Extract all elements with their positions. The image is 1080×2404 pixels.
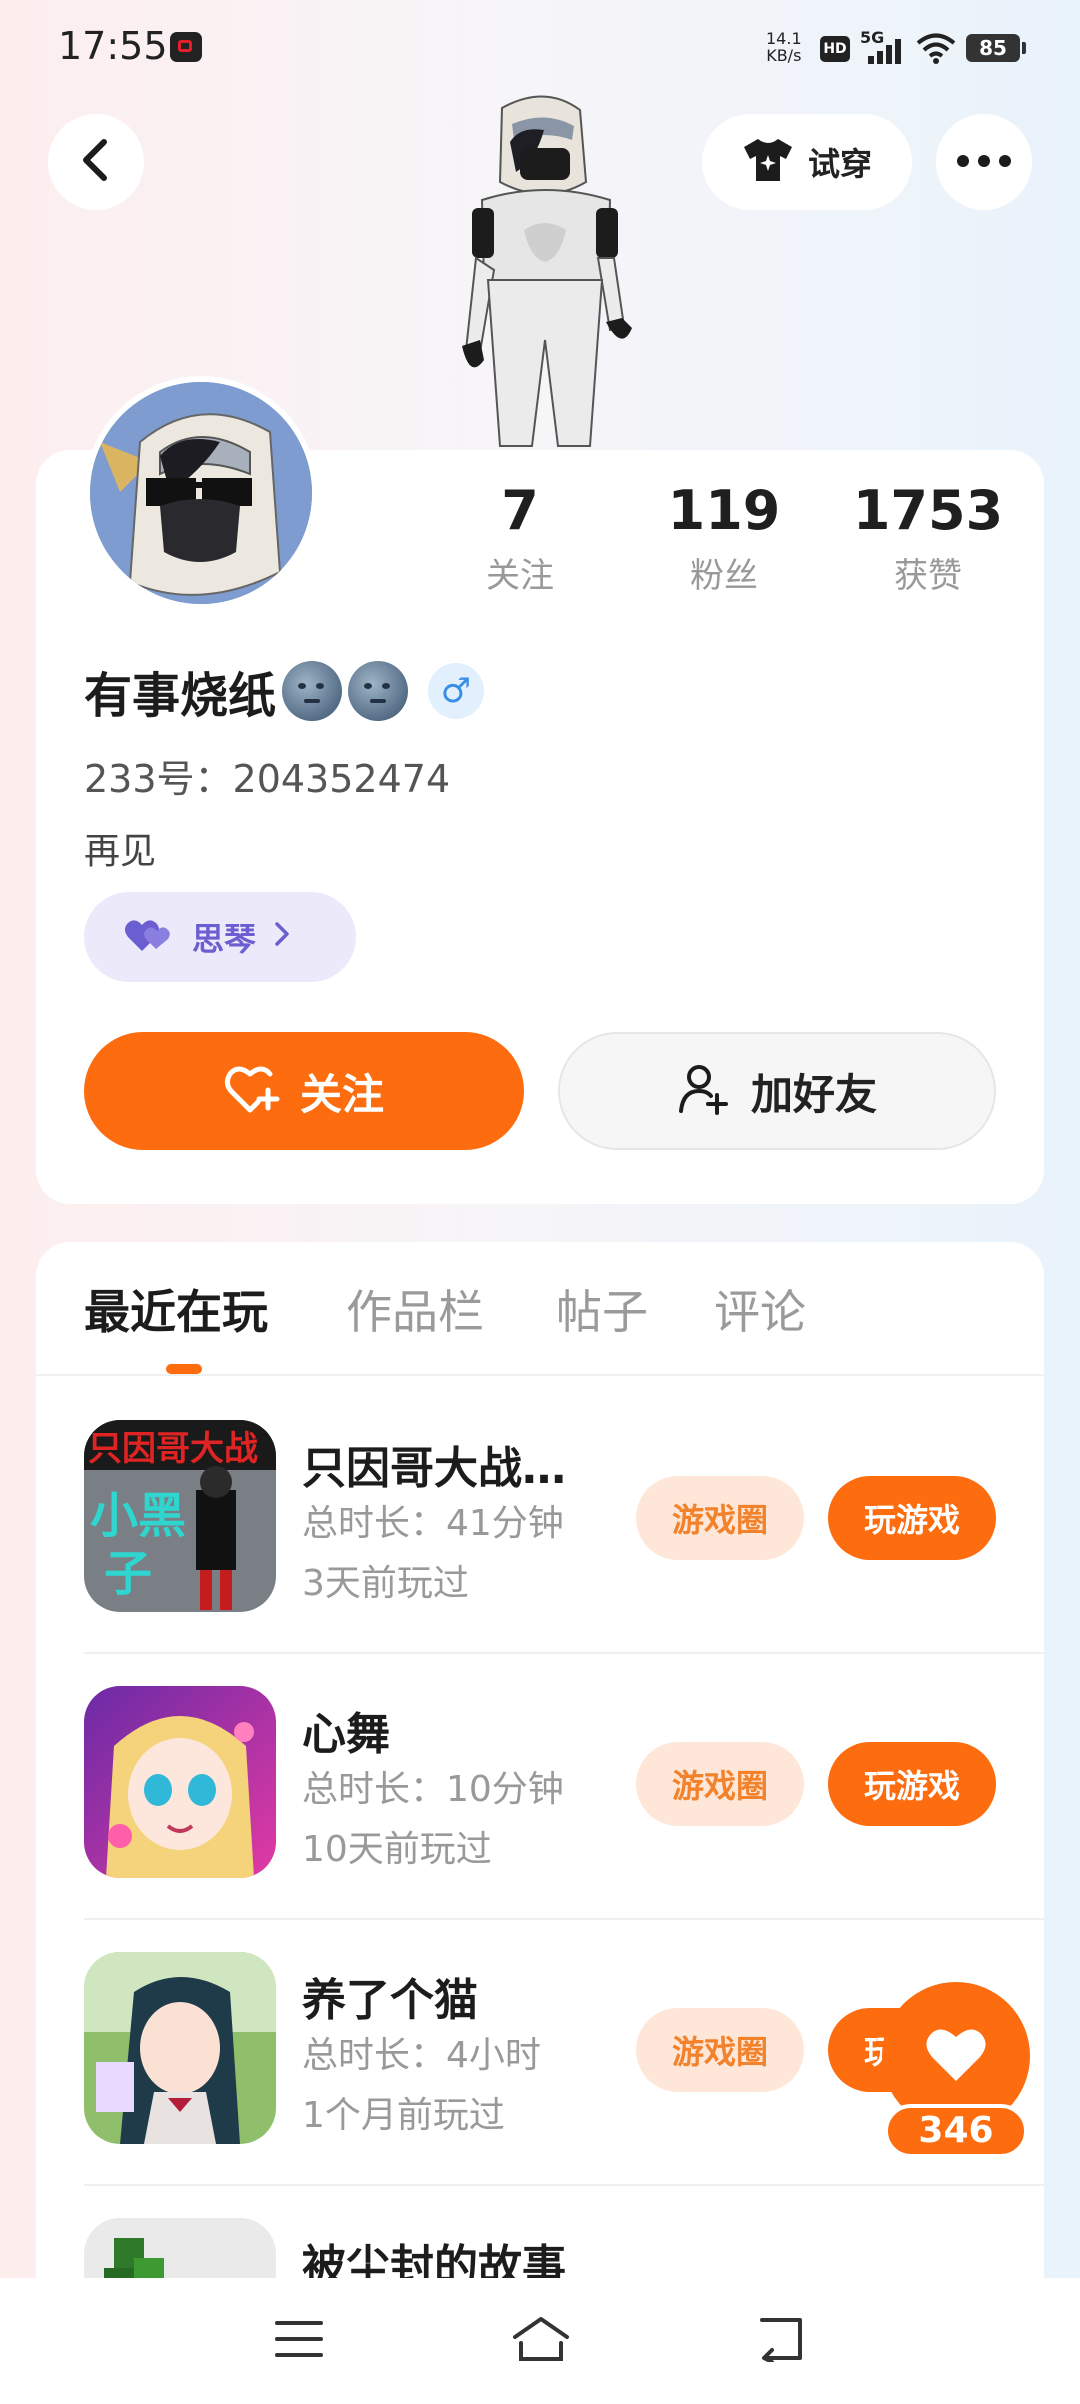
- wifi-icon: [916, 32, 956, 64]
- nav-menu-button[interactable]: [264, 2306, 334, 2376]
- game-playtime: 总时长：10分钟: [302, 1769, 564, 1810]
- status-bar: 17:55 14.1 KB/s HD 5G 85: [0, 0, 1080, 100]
- more-dots-icon: [956, 153, 1012, 172]
- svg-text:子: 子: [104, 1546, 152, 1602]
- add-friend-button[interactable]: 加好友: [558, 1032, 996, 1150]
- screen-record-icon: [170, 32, 202, 62]
- chevron-right-icon: [274, 920, 290, 955]
- play-game-button[interactable]: 玩游戏: [828, 1742, 996, 1826]
- battery-indicator: 85: [966, 34, 1026, 62]
- menu-icon: [275, 2319, 323, 2363]
- heart-plus-icon: [224, 1064, 280, 1118]
- game-circle-button[interactable]: 游戏圈: [636, 1476, 804, 1560]
- svg-text:小黑: 小黑: [90, 1488, 186, 1544]
- network-speed: 14.1 KB/s: [766, 30, 802, 64]
- tshirt-icon: [742, 137, 794, 187]
- double-heart-icon: [124, 917, 174, 957]
- back-arrow-icon: [756, 2316, 806, 2366]
- game-row[interactable]: 心舞 总时长：10分钟 10天前玩过 游戏圈 玩游戏: [84, 1642, 1044, 1908]
- stat-following-value: 7: [501, 479, 539, 542]
- stat-likes-label: 获赞: [894, 556, 962, 596]
- like-count-badge: 346: [884, 2104, 1028, 2158]
- stat-fans-value: 119: [667, 479, 781, 542]
- game-circle-button[interactable]: 游戏圈: [636, 2008, 804, 2092]
- tab-posts[interactable]: 帖子: [556, 1276, 648, 1342]
- username: 有事烧纸: [84, 668, 277, 724]
- game-icon[interactable]: 只因哥大战 小黑 子: [84, 1420, 276, 1612]
- back-button[interactable]: [48, 114, 144, 210]
- stat-following-label: 关注: [486, 556, 554, 596]
- tab-recently-played[interactable]: 最近在玩: [84, 1276, 268, 1342]
- avatar[interactable]: [84, 376, 318, 610]
- game-circle-button[interactable]: 游戏圈: [636, 1742, 804, 1826]
- moon-emoji-icon: [282, 661, 343, 721]
- stat-fans-label: 粉丝: [690, 556, 758, 596]
- user-bio: 再见: [84, 831, 157, 872]
- moon-emoji-icon: [348, 661, 409, 721]
- add-friend-label: 加好友: [750, 1069, 877, 1119]
- game-last-played: 3天前玩过: [302, 1563, 469, 1604]
- game-title: 只因哥大战…: [302, 1443, 566, 1494]
- heart-icon: [924, 2025, 988, 2087]
- network-speed-unit: KB/s: [766, 46, 802, 65]
- game-playtime: 总时长：41分钟: [302, 1503, 564, 1544]
- play-game-button[interactable]: 玩游戏: [828, 1476, 996, 1560]
- try-on-label: 试穿: [807, 145, 872, 183]
- hd-icon: HD: [820, 36, 850, 62]
- network-speed-value: 14.1: [766, 29, 802, 48]
- game-last-played: 10天前玩过: [302, 1829, 492, 1870]
- stat-likes[interactable]: 1753 获赞: [838, 480, 1018, 597]
- system-nav-bar: [0, 2278, 1080, 2404]
- tab-active-indicator: [166, 1364, 202, 1374]
- svg-text:只因哥大战: 只因哥大战: [88, 1429, 258, 1469]
- game-title: 心舞: [302, 1709, 390, 1760]
- avatar-character-figure: [440, 90, 650, 450]
- stat-following[interactable]: 7 关注: [430, 480, 610, 597]
- game-row[interactable]: 只因哥大战 小黑 子 只因哥大战… 总时长：41分钟 3天前玩过 游戏圈 玩游戏: [84, 1376, 1044, 1642]
- game-title: 养了个猫: [302, 1975, 478, 2026]
- avatar-image: [90, 382, 312, 604]
- stat-likes-value: 1753: [852, 479, 1004, 542]
- try-on-button[interactable]: 试穿: [702, 114, 912, 210]
- more-options-button[interactable]: [936, 114, 1032, 210]
- home-icon: [511, 2315, 571, 2367]
- game-icon[interactable]: [84, 2218, 276, 2278]
- game-last-played: 1个月前玩过: [302, 2095, 505, 2136]
- relation-tag[interactable]: 思琴: [84, 892, 356, 982]
- follow-button-label: 关注: [299, 1069, 384, 1119]
- signal-5g-icon: 5G: [860, 28, 908, 66]
- game-playtime: 总时长：4小时: [302, 2035, 541, 2076]
- tab-works[interactable]: 作品栏: [346, 1276, 484, 1342]
- chevron-left-icon: [78, 138, 114, 186]
- nav-back-button[interactable]: [746, 2306, 816, 2376]
- person-plus-icon: [677, 1063, 729, 1119]
- game-row[interactable]: 被尘封的故事: [84, 2174, 1044, 2278]
- nav-home-button[interactable]: [506, 2306, 576, 2376]
- game-title: 被尘封的故事: [302, 2241, 566, 2278]
- game-icon[interactable]: [84, 1686, 276, 1878]
- status-time: 17:55: [58, 24, 168, 68]
- tab-comments[interactable]: 评论: [714, 1276, 806, 1342]
- relation-tag-label: 思琴: [192, 920, 257, 958]
- user-id: 233号：204352474: [84, 757, 451, 801]
- username-row: 有事烧纸 ♂: [84, 656, 485, 726]
- game-icon[interactable]: [84, 1952, 276, 2144]
- follow-button[interactable]: 关注: [84, 1032, 524, 1150]
- male-gender-icon: ♂: [428, 663, 485, 719]
- stat-fans[interactable]: 119 粉丝: [634, 480, 814, 597]
